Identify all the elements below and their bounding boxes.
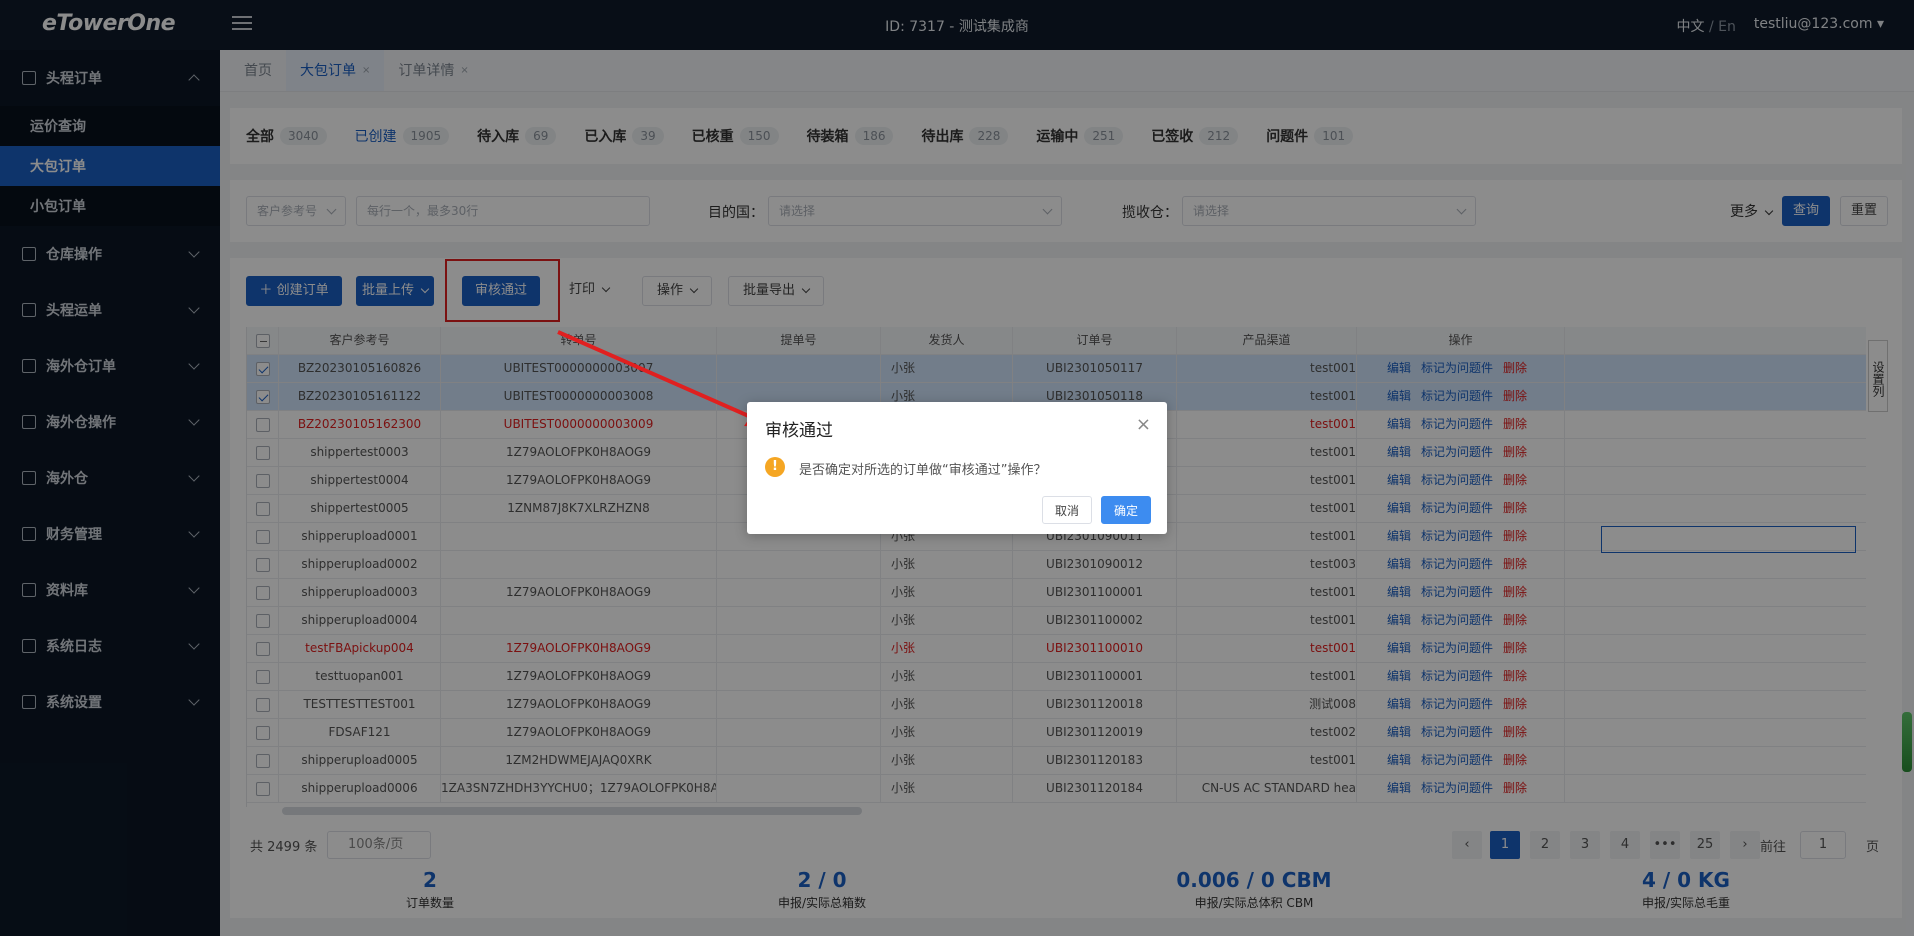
confirm-button[interactable]: 确定 — [1101, 496, 1151, 524]
dialog-title: 审核通过 — [765, 421, 833, 441]
approve-dialog: 审核通过 × ! 是否确定对所选的订单做“审核通过”操作？ 取消 确定 — [747, 402, 1167, 534]
warning-icon: ! — [765, 457, 785, 477]
close-icon[interactable]: × — [1136, 414, 1151, 435]
cancel-button[interactable]: 取消 — [1042, 496, 1092, 524]
dialog-message: 是否确定对所选的订单做“审核通过”操作？ — [799, 463, 1047, 478]
